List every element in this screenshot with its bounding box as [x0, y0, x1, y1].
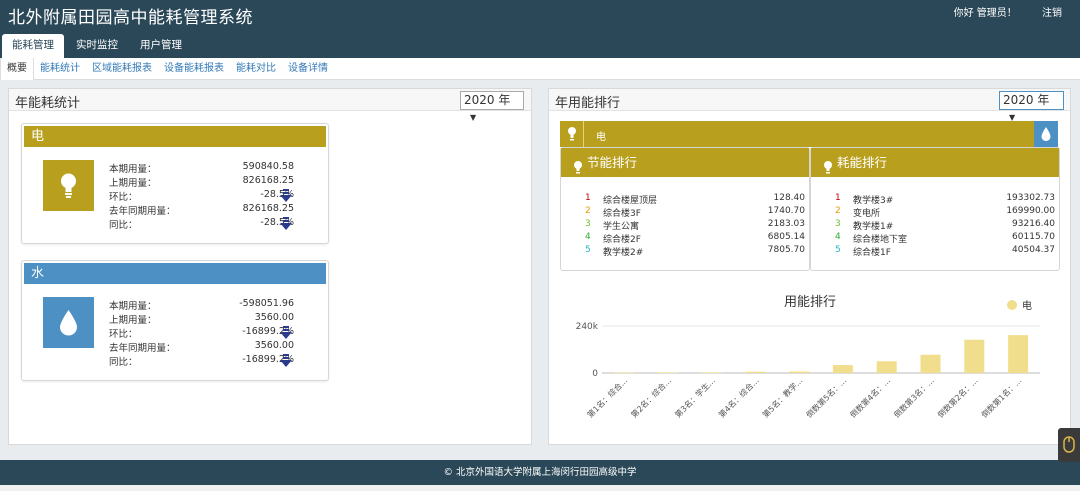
- chart-bar[interactable]: [613, 372, 634, 373]
- panel-title: 年能耗统计: [15, 96, 81, 111]
- down-arrow-icon: [280, 217, 292, 230]
- saving-ranking-title: 节能排行: [587, 155, 638, 170]
- x-tick-label: 倒数第2名：...: [935, 375, 979, 419]
- panel-header: 年能耗统计 2020 年 ▼: [9, 89, 531, 122]
- down-arrow-icon: [280, 189, 292, 202]
- x-tick-label: 倒数第4名：...: [848, 375, 892, 419]
- chevron-down-icon: ▼: [470, 113, 477, 122]
- subtab-overview[interactable]: 概要: [0, 57, 34, 80]
- user-area: 你好 管理员！ 注销: [932, 4, 1062, 19]
- stat-yoy: 同比： -28.5%: [109, 217, 294, 231]
- water-card-title: 水: [24, 263, 326, 284]
- x-tick-label: 倒数第5名：...: [804, 375, 848, 419]
- legend-swatch: [1007, 300, 1017, 310]
- saving-ranking-header: 节能排行: [561, 148, 809, 177]
- x-tick-label: 第2名：综合...: [629, 375, 673, 419]
- electric-card: 电 本期用量： 590840.58 上期用量： 826168.25 环比： -2…: [21, 123, 329, 244]
- water-drop-icon[interactable]: [1034, 121, 1058, 147]
- consuming-ranking-header: 耗能排行: [811, 148, 1059, 177]
- mouse-icon[interactable]: [1058, 428, 1080, 462]
- lightbulb-icon: [573, 155, 583, 184]
- chart-title: 用能排行: [784, 295, 836, 310]
- chart-bar[interactable]: [701, 372, 722, 373]
- list-item: 4 综合楼2F 6805.14: [585, 232, 805, 245]
- chart-bar[interactable]: [745, 371, 766, 373]
- year-select-value: 2020 年: [464, 93, 511, 107]
- subtab-energy-compare[interactable]: 能耗对比: [230, 58, 282, 80]
- greeting-link[interactable]: 你好 管理员！: [954, 8, 1017, 19]
- list-item: 5 教学楼2# 7805.70: [585, 245, 805, 258]
- chart-bar[interactable]: [876, 361, 897, 373]
- footer: © 北京外国语大学附属上海闵行田园高级中学: [0, 460, 1080, 485]
- stat-yoy: 同比： -16899.2%: [109, 354, 294, 368]
- top-header: 北外附属田园高中能耗管理系统 你好 管理员！ 注销 能耗管理 实时监控 用户管理: [0, 0, 1080, 58]
- lightbulb-icon[interactable]: [560, 121, 584, 147]
- list-item: 3 教学楼1# 93216.40: [835, 219, 1055, 232]
- list-item: 5 综合楼1F 40504.37: [835, 245, 1055, 258]
- water-card: 水 本期用量： -598051.96 上期用量： 3560.00 环比： -16…: [21, 260, 329, 381]
- stat-last-year-usage: 去年同期用量： 3560.00: [109, 340, 294, 354]
- subtab-energy-stats[interactable]: 能耗统计: [34, 58, 86, 80]
- year-select-value: 2020 年: [1003, 93, 1050, 107]
- subtab-device-detail[interactable]: 设备详情: [282, 58, 334, 80]
- lightbulb-icon: [823, 155, 833, 184]
- panel-header: 年用能排行 2020 年▼: [549, 89, 1070, 122]
- main-tabs: 能耗管理 实时监控 用户管理: [2, 34, 194, 58]
- chart-bar[interactable]: [832, 365, 853, 373]
- panel-title: 年用能排行: [555, 96, 621, 111]
- chart-bar[interactable]: [789, 371, 810, 373]
- y-tick-label: 0: [592, 369, 598, 379]
- x-tick-label: 第3名：学生...: [673, 375, 717, 419]
- logout-link[interactable]: 注销: [1042, 8, 1062, 19]
- y-tick-label: 240k: [576, 322, 599, 332]
- tab-energy-management[interactable]: 能耗管理: [2, 34, 64, 58]
- year-select[interactable]: 2020 年▼: [999, 91, 1064, 122]
- bottom-strip: [0, 485, 1080, 491]
- x-tick-label: 第4名：综合...: [716, 375, 760, 419]
- stat-last-year-usage: 去年同期用量： 826168.25: [109, 203, 294, 217]
- consuming-ranking-card: 耗能排行 1 教学楼3# 193302.73 2 变电所 169990.00 3…: [810, 147, 1060, 271]
- down-arrow-icon: [280, 354, 292, 367]
- sub-tabs: 概要 能耗统计 区域能耗报表 设备能耗报表 能耗对比 设备详情: [0, 57, 1080, 80]
- consuming-ranking-title: 耗能排行: [837, 155, 888, 170]
- year-select[interactable]: 2020 年 ▼: [460, 91, 524, 122]
- subtab-device-report[interactable]: 设备能耗报表: [158, 58, 230, 80]
- stat-current-usage: 本期用量： 590840.58: [109, 161, 294, 175]
- stat-previous-usage: 上期用量： 826168.25: [109, 175, 294, 189]
- down-arrow-icon: [280, 326, 292, 339]
- energy-type-label: 电: [596, 132, 606, 143]
- stat-previous-usage: 上期用量： 3560.00: [109, 312, 294, 326]
- energy-type-bar: 电: [560, 121, 1058, 147]
- app-title: 北外附属田园高中能耗管理系统: [8, 8, 253, 28]
- x-tick-label: 第5名：教学...: [760, 375, 804, 419]
- chart-bar[interactable]: [964, 339, 985, 373]
- list-item: 2 变电所 169990.00: [835, 206, 1055, 219]
- list-item: 3 学生公寓 2183.03: [585, 219, 805, 232]
- list-item: 1 教学楼3# 193302.73: [835, 193, 1055, 206]
- annual-stats-panel: 年能耗统计 2020 年 ▼ 电 本期用量： 590840.58 上期用量： 82…: [8, 88, 532, 445]
- tab-realtime-monitor[interactable]: 实时监控: [66, 34, 128, 58]
- list-item: 1 综合楼屋顶层 128.40: [585, 193, 805, 206]
- legend-label: 电: [1022, 299, 1032, 312]
- electric-card-title: 电: [24, 126, 326, 147]
- x-tick-label: 倒数第3名：...: [892, 375, 936, 419]
- stat-mom: 环比： -16899.2%: [109, 326, 294, 340]
- water-drop-icon: [43, 297, 94, 348]
- subtab-area-report[interactable]: 区域能耗报表: [86, 58, 158, 80]
- lightbulb-icon: [43, 160, 94, 211]
- x-tick-label: 第1名：综合...: [585, 375, 629, 419]
- list-item: 4 综合楼地下室 60115.70: [835, 232, 1055, 245]
- chart-bar[interactable]: [657, 372, 678, 373]
- stat-current-usage: 本期用量： -598051.96: [109, 298, 294, 312]
- chart-bar[interactable]: [1008, 335, 1029, 373]
- chart-bar[interactable]: [920, 354, 941, 373]
- x-tick-label: 倒数第1名：...: [979, 375, 1023, 419]
- saving-ranking-card: 节能排行 1 综合楼屋顶层 128.40 2 综合楼3F 1740.70 3 学…: [560, 147, 810, 271]
- stat-mom: 环比： -28.5%: [109, 189, 294, 203]
- list-item: 2 综合楼3F 1740.70: [585, 206, 805, 219]
- tab-user-management[interactable]: 用户管理: [130, 34, 192, 58]
- usage-ranking-chart: 用能排行 电 240k 0 第1名：综合... 第2名：综合... 第3名：学生...…: [576, 295, 1040, 420]
